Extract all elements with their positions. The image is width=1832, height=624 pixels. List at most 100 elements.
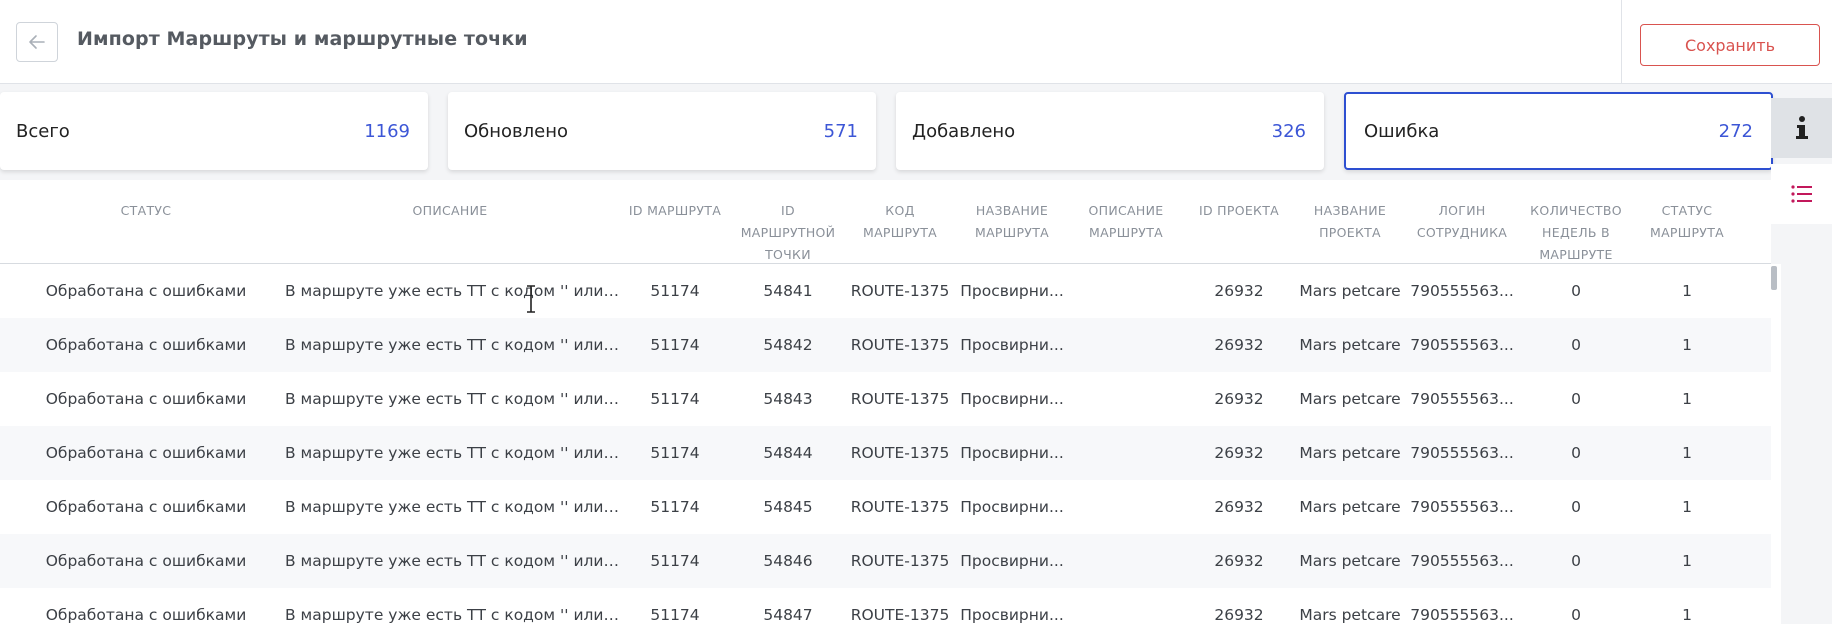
- cell-route-description: [1070, 318, 1182, 372]
- cell-description: В маршруте уже есть ТТ с кодом '' или к.…: [285, 444, 620, 462]
- header: Импорт Маршруты и маршрутные точки Сохра…: [0, 0, 1832, 84]
- cell-project-id: 26932: [1214, 390, 1264, 408]
- cell-route-point-id: 54845: [763, 498, 813, 516]
- cell-project-id: 26932: [1214, 282, 1264, 300]
- table-row[interactable]: Обработана с ошибками В маршруте уже ест…: [0, 534, 1771, 588]
- cell-status: Обработана с ошибками: [45, 444, 247, 462]
- vertical-scrollbar-track[interactable]: [1771, 264, 1781, 624]
- stat-card-value: 326: [1271, 120, 1306, 142]
- stat-card-error[interactable]: Ошибка 272: [1344, 92, 1773, 170]
- cell-project-name: Mars petcare: [1299, 552, 1401, 570]
- cell-project-name: Mars petcare: [1299, 444, 1401, 462]
- column-header-route-description[interactable]: Описание маршрута: [1070, 200, 1182, 244]
- table-row[interactable]: Обработана с ошибками В маршруте уже ест…: [0, 426, 1771, 480]
- cell-weeks-count: 0: [1571, 336, 1581, 354]
- cell-route-description: [1070, 264, 1182, 318]
- table-header: Статус Описание ID маршрута ID маршрутно…: [0, 180, 1771, 264]
- info-icon: [1795, 116, 1808, 139]
- cell-description: В маршруте уже есть ТТ с кодом '' или к.…: [285, 390, 620, 408]
- cell-route-point-id: 54846: [763, 552, 813, 570]
- cell-employee-login: 790555563...: [1410, 606, 1514, 624]
- cell-route-code: ROUTE-1375: [850, 336, 950, 354]
- cell-project-id: 26932: [1214, 498, 1264, 516]
- cell-route-name: Просвирни...: [960, 606, 1064, 624]
- cell-route-name: Просвирни...: [960, 444, 1064, 462]
- cell-weeks-count: 0: [1571, 444, 1581, 462]
- column-header-route-code[interactable]: Код маршрута: [848, 200, 952, 244]
- column-header-route-status[interactable]: Статус маршрута: [1634, 200, 1740, 244]
- table-row[interactable]: Обработана с ошибками В маршруте уже ест…: [0, 318, 1771, 372]
- table-row[interactable]: Обработана с ошибками В маршруте уже ест…: [0, 372, 1771, 426]
- cell-description: В маршруте уже есть ТТ с кодом '' или к.…: [285, 552, 620, 570]
- text-cursor-icon: [527, 285, 535, 313]
- vertical-scrollbar-thumb[interactable]: [1771, 266, 1777, 290]
- list-button[interactable]: [1771, 164, 1832, 224]
- stat-card-added[interactable]: Добавлено 326: [896, 92, 1324, 170]
- cell-weeks-count: 0: [1571, 498, 1581, 516]
- cell-route-point-id: 54842: [763, 336, 813, 354]
- stat-card-value: 272: [1718, 120, 1753, 142]
- info-button[interactable]: [1771, 98, 1832, 158]
- cell-route-name: Просвирни...: [960, 282, 1064, 300]
- cell-route-code: ROUTE-1375: [850, 444, 950, 462]
- column-header-route-name[interactable]: Название маршрута: [958, 200, 1066, 244]
- cell-project-id: 26932: [1214, 336, 1264, 354]
- cell-route-description: [1070, 426, 1182, 480]
- cell-employee-login: 790555563...: [1410, 552, 1514, 570]
- cell-route-code: ROUTE-1375: [850, 390, 950, 408]
- cell-route-status: 1: [1682, 282, 1692, 300]
- cell-route-point-id: 54841: [763, 282, 813, 300]
- cell-route-id: 51174: [650, 390, 700, 408]
- cell-description: В маршруте уже есть ТТ с кодом '' или к.…: [285, 498, 620, 516]
- save-button[interactable]: Сохранить: [1640, 24, 1820, 66]
- cell-route-id: 51174: [650, 282, 700, 300]
- stat-card-label: Добавлено: [912, 120, 1016, 142]
- cell-status: Обработана с ошибками: [45, 606, 247, 624]
- cell-route-id: 51174: [650, 498, 700, 516]
- column-header-status[interactable]: Статус: [20, 200, 272, 222]
- cell-route-status: 1: [1682, 390, 1692, 408]
- cell-route-point-id: 54847: [763, 606, 813, 624]
- cell-project-id: 26932: [1214, 552, 1264, 570]
- cell-route-description: [1070, 588, 1182, 624]
- cell-status: Обработана с ошибками: [45, 498, 247, 516]
- column-header-weeks-count[interactable]: Количество недель в маршруте: [1522, 200, 1630, 266]
- column-header-route-id[interactable]: ID маршрута: [622, 200, 728, 222]
- table-row[interactable]: Обработана с ошибками В маршруте уже ест…: [0, 480, 1771, 534]
- cell-route-name: Просвирни...: [960, 390, 1064, 408]
- cell-weeks-count: 0: [1571, 282, 1581, 300]
- cell-route-point-id: 54843: [763, 390, 813, 408]
- cell-employee-login: 790555563...: [1410, 282, 1514, 300]
- cell-route-description: [1070, 480, 1182, 534]
- cell-project-id: 26932: [1214, 444, 1264, 462]
- table-row[interactable]: Обработана с ошибками В маршруте уже ест…: [0, 588, 1771, 624]
- column-header-description[interactable]: Описание: [280, 200, 620, 222]
- cell-status: Обработана с ошибками: [45, 390, 247, 408]
- cell-project-name: Mars petcare: [1299, 390, 1401, 408]
- cell-employee-login: 790555563...: [1410, 390, 1514, 408]
- cell-weeks-count: 0: [1571, 390, 1581, 408]
- cell-route-status: 1: [1682, 552, 1692, 570]
- cell-weeks-count: 0: [1571, 606, 1581, 624]
- cell-route-name: Просвирни...: [960, 336, 1064, 354]
- column-header-project-id[interactable]: ID проекта: [1186, 200, 1292, 222]
- cell-route-code: ROUTE-1375: [850, 498, 950, 516]
- cell-project-name: Mars petcare: [1299, 606, 1401, 624]
- stat-card-value: 571: [823, 120, 858, 142]
- stat-card-total[interactable]: Всего 1169: [0, 92, 428, 170]
- stat-card-updated[interactable]: Обновлено 571: [448, 92, 876, 170]
- cell-route-name: Просвирни...: [960, 498, 1064, 516]
- cell-status: Обработана с ошибками: [45, 282, 247, 300]
- column-header-employee-login[interactable]: Логин сотрудника: [1408, 200, 1516, 244]
- cell-route-description: [1070, 534, 1182, 588]
- column-header-route-point-id[interactable]: ID маршрутной точки: [734, 200, 842, 266]
- cell-employee-login: 790555563...: [1410, 444, 1514, 462]
- table-row[interactable]: Обработана с ошибками В маршруте уже ест…: [0, 264, 1771, 318]
- cell-route-status: 1: [1682, 336, 1692, 354]
- back-button[interactable]: [16, 22, 58, 62]
- cell-route-id: 51174: [650, 444, 700, 462]
- column-header-project-name[interactable]: Название проекта: [1296, 200, 1404, 244]
- cell-weeks-count: 0: [1571, 552, 1581, 570]
- stat-card-label: Ошибка: [1364, 120, 1440, 142]
- cell-route-code: ROUTE-1375: [850, 552, 950, 570]
